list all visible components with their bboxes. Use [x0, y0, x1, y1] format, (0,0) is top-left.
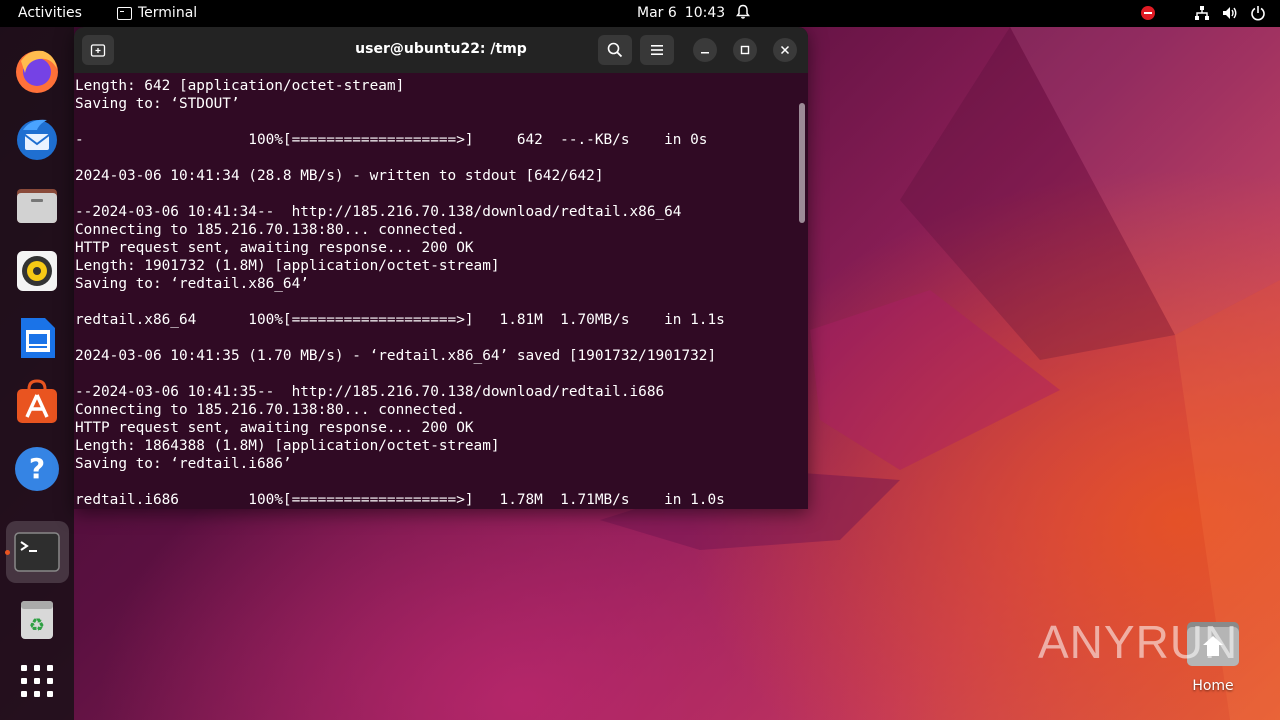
svg-text:?: ?	[29, 452, 45, 485]
activities-button[interactable]: Activities	[18, 5, 82, 21]
terminal-line: --2024-03-06 10:41:34-- http://185.216.7…	[75, 204, 682, 220]
terminal-line: Connecting to 185.216.70.138:80... conne…	[75, 222, 465, 238]
writer-icon[interactable]	[13, 314, 61, 362]
firefox-icon[interactable]	[13, 47, 61, 95]
terminal-line: --2024-03-06 10:41:35-- http://185.216.7…	[75, 384, 665, 400]
watermark-text-right: RUN	[1135, 616, 1239, 668]
maximize-button[interactable]	[733, 38, 757, 62]
do-not-disturb-icon[interactable]	[1140, 5, 1156, 21]
close-button[interactable]	[773, 38, 797, 62]
clock-date: Mar 6	[637, 5, 677, 21]
terminal-line: Length: 642 [application/octet-stream]	[75, 78, 405, 94]
maximize-icon	[740, 45, 750, 55]
terminal-line: Saving to: ‘redtail.i686’	[75, 456, 292, 472]
anyrun-watermark: ANY RUN	[1038, 612, 1238, 672]
trash-icon[interactable]: ♻	[13, 595, 61, 643]
terminal-line: redtail.i686 100%[===================>] …	[75, 492, 725, 508]
network-wired-icon[interactable]	[1194, 5, 1210, 21]
notification-bell-icon[interactable]	[736, 4, 750, 20]
app-grid-icon[interactable]	[13, 657, 61, 705]
terminal-icon[interactable]	[13, 528, 61, 576]
terminal-line: redtail.x86_64 100%[===================>…	[75, 312, 725, 328]
window-headerbar[interactable]: user@ubuntu22: /tmp	[74, 27, 808, 73]
clock[interactable]: Mar 6 10:43	[637, 5, 725, 21]
running-indicator	[5, 550, 10, 555]
terminal-line: Saving to: ‘STDOUT’	[75, 96, 240, 112]
terminal-line: Length: 1901732 (1.8M) [application/octe…	[75, 258, 500, 274]
watermark-text-left: ANY	[1038, 616, 1136, 668]
terminal-window[interactable]: user@ubuntu22: /tmp Length: 642 [applica…	[74, 27, 808, 509]
home-folder-label[interactable]: Home	[1170, 678, 1256, 694]
svg-text:♻: ♻	[29, 615, 45, 636]
terminal-line: HTTP request sent, awaiting response... …	[75, 420, 474, 436]
search-button[interactable]	[598, 35, 632, 65]
volume-icon[interactable]	[1222, 5, 1238, 21]
terminal-scrollbar[interactable]	[799, 103, 805, 223]
help-icon[interactable]: ?	[13, 445, 61, 493]
search-icon	[607, 42, 623, 58]
terminal-app-icon	[117, 6, 132, 20]
terminal-line: 2024-03-06 10:41:35 (1.70 MB/s) - ‘redta…	[75, 348, 717, 364]
files-icon[interactable]	[13, 181, 61, 229]
terminal-line: Length: 1864388 (1.8M) [application/octe…	[75, 438, 500, 454]
terminal-line: Connecting to 185.216.70.138:80... conne…	[75, 402, 465, 418]
system-tray[interactable]	[1140, 5, 1266, 21]
top-bar: Activities Terminal Mar 6 10:43	[0, 0, 1280, 27]
app-menu[interactable]: Terminal	[117, 5, 197, 21]
terminal-line: - 100%[===================>] 642 --.-KB/…	[75, 132, 708, 148]
terminal-output[interactable]: Length: 642 [application/octet-stream] Sa…	[74, 73, 796, 509]
clock-time: 10:43	[684, 5, 726, 21]
app-menu-label: Terminal	[138, 5, 198, 21]
terminal-line: Saving to: ‘redtail.x86_64’	[75, 276, 309, 292]
power-icon[interactable]	[1250, 5, 1266, 21]
terminal-line: 2024-03-06 10:41:34 (28.8 MB/s) - writte…	[75, 168, 604, 184]
software-icon[interactable]	[13, 379, 61, 427]
hamburger-menu-icon	[651, 45, 663, 55]
rhythmbox-icon[interactable]	[13, 247, 61, 295]
close-icon	[780, 45, 790, 55]
thunderbird-icon[interactable]	[13, 114, 61, 162]
terminal-line: HTTP request sent, awaiting response... …	[75, 240, 474, 256]
minimize-icon	[701, 52, 709, 54]
menu-button[interactable]	[640, 35, 674, 65]
minimize-button[interactable]	[693, 38, 717, 62]
dock: ? ♻	[0, 27, 74, 720]
